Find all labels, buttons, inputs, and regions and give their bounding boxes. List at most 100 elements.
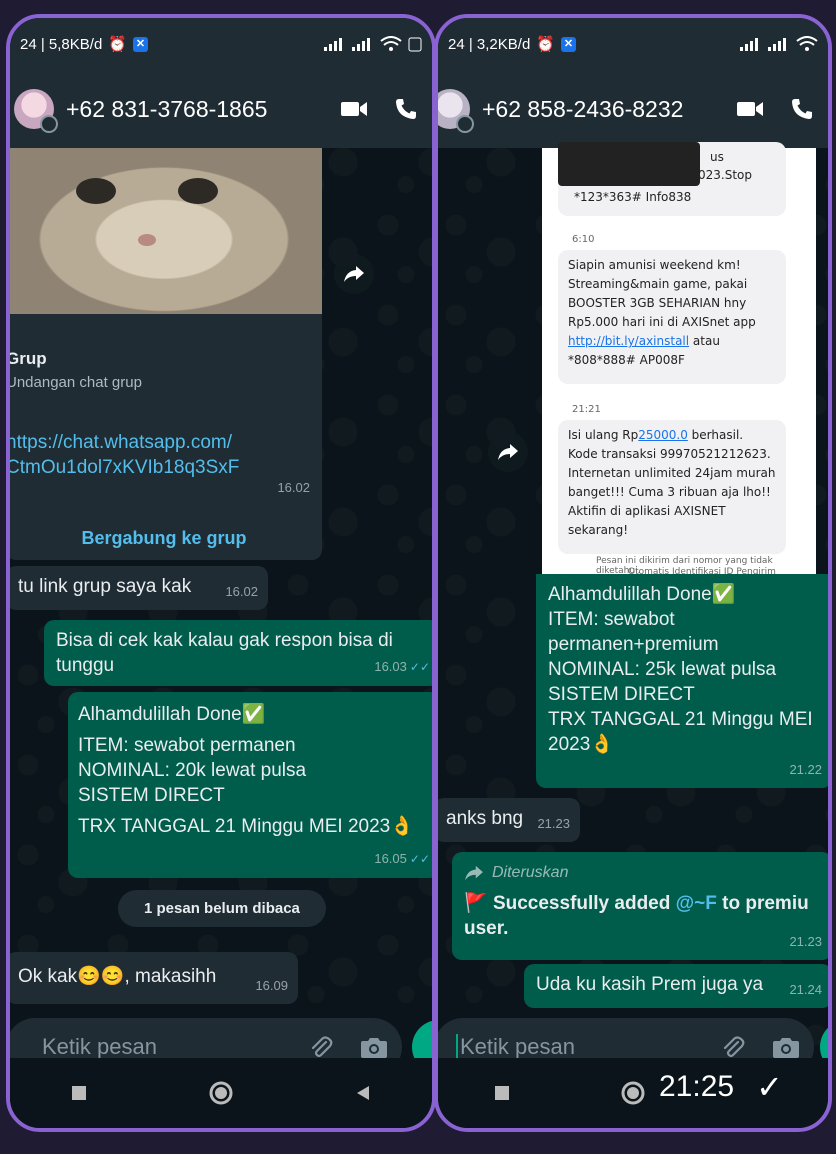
group-photo bbox=[10, 148, 322, 314]
message-line: TRX TANGGAL 21 Minggu MEI bbox=[548, 709, 813, 730]
message-text: Uda ku kasih Prem juga ya bbox=[536, 974, 764, 995]
cat-eye-right bbox=[178, 178, 218, 204]
status-bar: 24 | 3,2KB/d ⏰ ✕ bbox=[438, 18, 828, 70]
message-time: 16.09 bbox=[255, 978, 288, 993]
nav-home-icon[interactable] bbox=[620, 1080, 646, 1106]
timestamp-overlay: 21:25 ✓ bbox=[645, 1064, 815, 1110]
message-line: SISTEM DIRECT bbox=[78, 785, 225, 806]
app-notification-icon: ✕ bbox=[132, 36, 148, 52]
message-time-and-status: 16.03 ✓✓ bbox=[374, 659, 430, 674]
sms-link[interactable]: 25000.0 bbox=[638, 428, 688, 442]
outgoing-message: Bisa di cek kak kalau gak respon bisa di… bbox=[44, 620, 432, 686]
sms-timestamp: 21:21 bbox=[572, 404, 601, 415]
forward-button[interactable] bbox=[334, 254, 374, 294]
signal-icon-2 bbox=[768, 38, 786, 51]
cat-eye-left bbox=[76, 178, 116, 204]
message-time: 21.24 bbox=[789, 982, 822, 997]
message-text: Successfully added bbox=[487, 893, 676, 914]
message-line: TRX TANGGAL 21 Minggu MEI 2023👌 bbox=[78, 816, 414, 837]
incoming-message: tu link grup saya kak 16.02 bbox=[10, 566, 268, 610]
message-line: ITEM: sewabot permanen bbox=[78, 735, 296, 756]
status-badge-icon bbox=[456, 115, 474, 133]
app-notification-icon: ✕ bbox=[560, 36, 576, 52]
chat-header: +62 831-3768-1865 bbox=[10, 70, 432, 148]
outgoing-message: Alhamdulillah Done✅ ITEM: sewabot perman… bbox=[68, 692, 432, 878]
video-call-icon[interactable] bbox=[736, 99, 764, 119]
sms-message: Isi ulang Rp25000.0 berhasil. Kode trans… bbox=[558, 420, 786, 554]
voice-call-icon[interactable] bbox=[790, 97, 814, 121]
signal-icon bbox=[324, 38, 342, 51]
nav-recents-icon[interactable] bbox=[493, 1084, 511, 1102]
alarm-icon: ⏰ bbox=[108, 36, 127, 53]
message-text: Ok kak😊😊, makasihh bbox=[18, 966, 217, 987]
incoming-message: Ok kak😊😊, makasihh 16.09 bbox=[10, 952, 298, 1004]
outgoing-message: Uda ku kasih Prem juga ya 21.24 bbox=[524, 964, 828, 1008]
camera-icon[interactable] bbox=[772, 1035, 800, 1059]
forward-button[interactable] bbox=[488, 432, 528, 472]
read-tick-icon: ✓✓ bbox=[409, 660, 430, 674]
video-call-icon[interactable] bbox=[340, 99, 368, 119]
forwarded-text: Diteruskan bbox=[492, 864, 569, 881]
sms-footer-sub: Otomatis Identifikasi ID Pengirim bbox=[628, 567, 776, 574]
group-invite-card[interactable]: Grup Undangan chat grup https://chat.wha… bbox=[6, 148, 322, 560]
sms-text: Isi ulang Rp bbox=[568, 428, 639, 442]
message-input[interactable]: Ketik pesan bbox=[42, 1034, 157, 1060]
sms-text: *123*363# Info838 bbox=[574, 190, 692, 204]
check-icon: ✓ bbox=[756, 1069, 783, 1105]
nav-recents-icon[interactable] bbox=[70, 1084, 88, 1102]
message-text: tu link grup saya kak bbox=[18, 576, 192, 597]
contact-avatar[interactable] bbox=[14, 89, 58, 133]
message-time: 16.02 bbox=[225, 584, 258, 599]
message-line: Alhamdulillah Done✅ bbox=[548, 584, 736, 605]
sms-text: Siapin amunisi weekend km! Streaming&mai… bbox=[568, 258, 756, 329]
sms-text: 023.Stop bbox=[698, 168, 752, 182]
message-line: SISTEM DIRECT bbox=[548, 684, 695, 705]
status-speed: 24 | 3,2KB/d bbox=[448, 35, 531, 53]
message-line: user. bbox=[464, 918, 509, 939]
sms-message: Siapin amunisi weekend km! Streaming&mai… bbox=[558, 250, 786, 384]
incoming-message: anks bng 21.23 bbox=[438, 798, 580, 842]
flag-icon: 🚩 bbox=[464, 893, 488, 914]
wifi-icon bbox=[796, 36, 818, 51]
contact-avatar[interactable] bbox=[438, 89, 474, 133]
video-thumbnail bbox=[558, 142, 700, 186]
unread-messages-badge: 1 pesan belum dibaca bbox=[118, 890, 326, 927]
alarm-icon: ⏰ bbox=[536, 36, 555, 53]
right-chat-screenshot: 24 | 3,2KB/d ⏰ ✕ +62 858-2436-8232 us 02… bbox=[434, 14, 832, 1132]
forwarded-message: Diteruskan 🚩 Successfully added @~F to p… bbox=[452, 852, 828, 960]
sms-text: berhasil. Kode transaksi 99970521212623.… bbox=[568, 428, 776, 537]
cat-nose bbox=[138, 234, 156, 246]
read-tick-icon: ✓✓ bbox=[409, 852, 430, 866]
join-group-button[interactable]: Bergabung ke grup bbox=[10, 526, 322, 551]
status-speed: 24 | 5,8KB/d bbox=[20, 35, 103, 53]
message-time: 21.22 bbox=[789, 762, 822, 777]
forwarded-label: Diteruskan bbox=[464, 860, 820, 885]
message-line: Alhamdulillah Done✅ bbox=[78, 704, 266, 725]
group-link[interactable]: https://chat.whatsapp.com/ CtmOu1dol7xKV… bbox=[10, 430, 240, 480]
sms-link[interactable]: http://bit.ly/axinstall bbox=[568, 334, 689, 348]
group-subtitle: Undangan chat grup bbox=[6, 374, 142, 391]
nav-home-icon[interactable] bbox=[208, 1080, 234, 1106]
sms-timestamp: 6:10 bbox=[572, 234, 595, 245]
contact-name[interactable]: +62 831-3768-1865 bbox=[66, 96, 267, 123]
overlay-time: 21:25 bbox=[659, 1070, 735, 1103]
message-line: NOMINAL: 25k lewat pulsa bbox=[548, 659, 777, 680]
message-input[interactable]: Ketik pesan bbox=[456, 1034, 575, 1060]
sms-screenshot-image[interactable]: us 023.Stop *123*363# Info838 6:10 Siapi… bbox=[542, 142, 816, 576]
contact-name[interactable]: +62 858-2436-8232 bbox=[482, 96, 683, 123]
mention[interactable]: @~F bbox=[676, 893, 717, 914]
signal-icon-2 bbox=[352, 38, 370, 51]
message-text: anks bng bbox=[446, 808, 524, 829]
android-navbar bbox=[10, 1058, 432, 1128]
voice-call-icon[interactable] bbox=[394, 97, 418, 121]
message-line: ITEM: sewabot bbox=[548, 609, 675, 630]
attach-icon[interactable] bbox=[308, 1034, 334, 1060]
wifi-icon bbox=[380, 36, 402, 51]
camera-icon[interactable] bbox=[360, 1035, 388, 1059]
attach-icon[interactable] bbox=[720, 1034, 746, 1060]
nav-back-icon[interactable] bbox=[354, 1084, 372, 1102]
status-bar: 24 | 5,8KB/d ⏰ ✕ bbox=[10, 18, 432, 70]
battery-icon bbox=[408, 37, 422, 52]
message-line: NOMINAL: 20k lewat pulsa bbox=[78, 760, 307, 781]
message-text: to premiu bbox=[716, 893, 809, 914]
